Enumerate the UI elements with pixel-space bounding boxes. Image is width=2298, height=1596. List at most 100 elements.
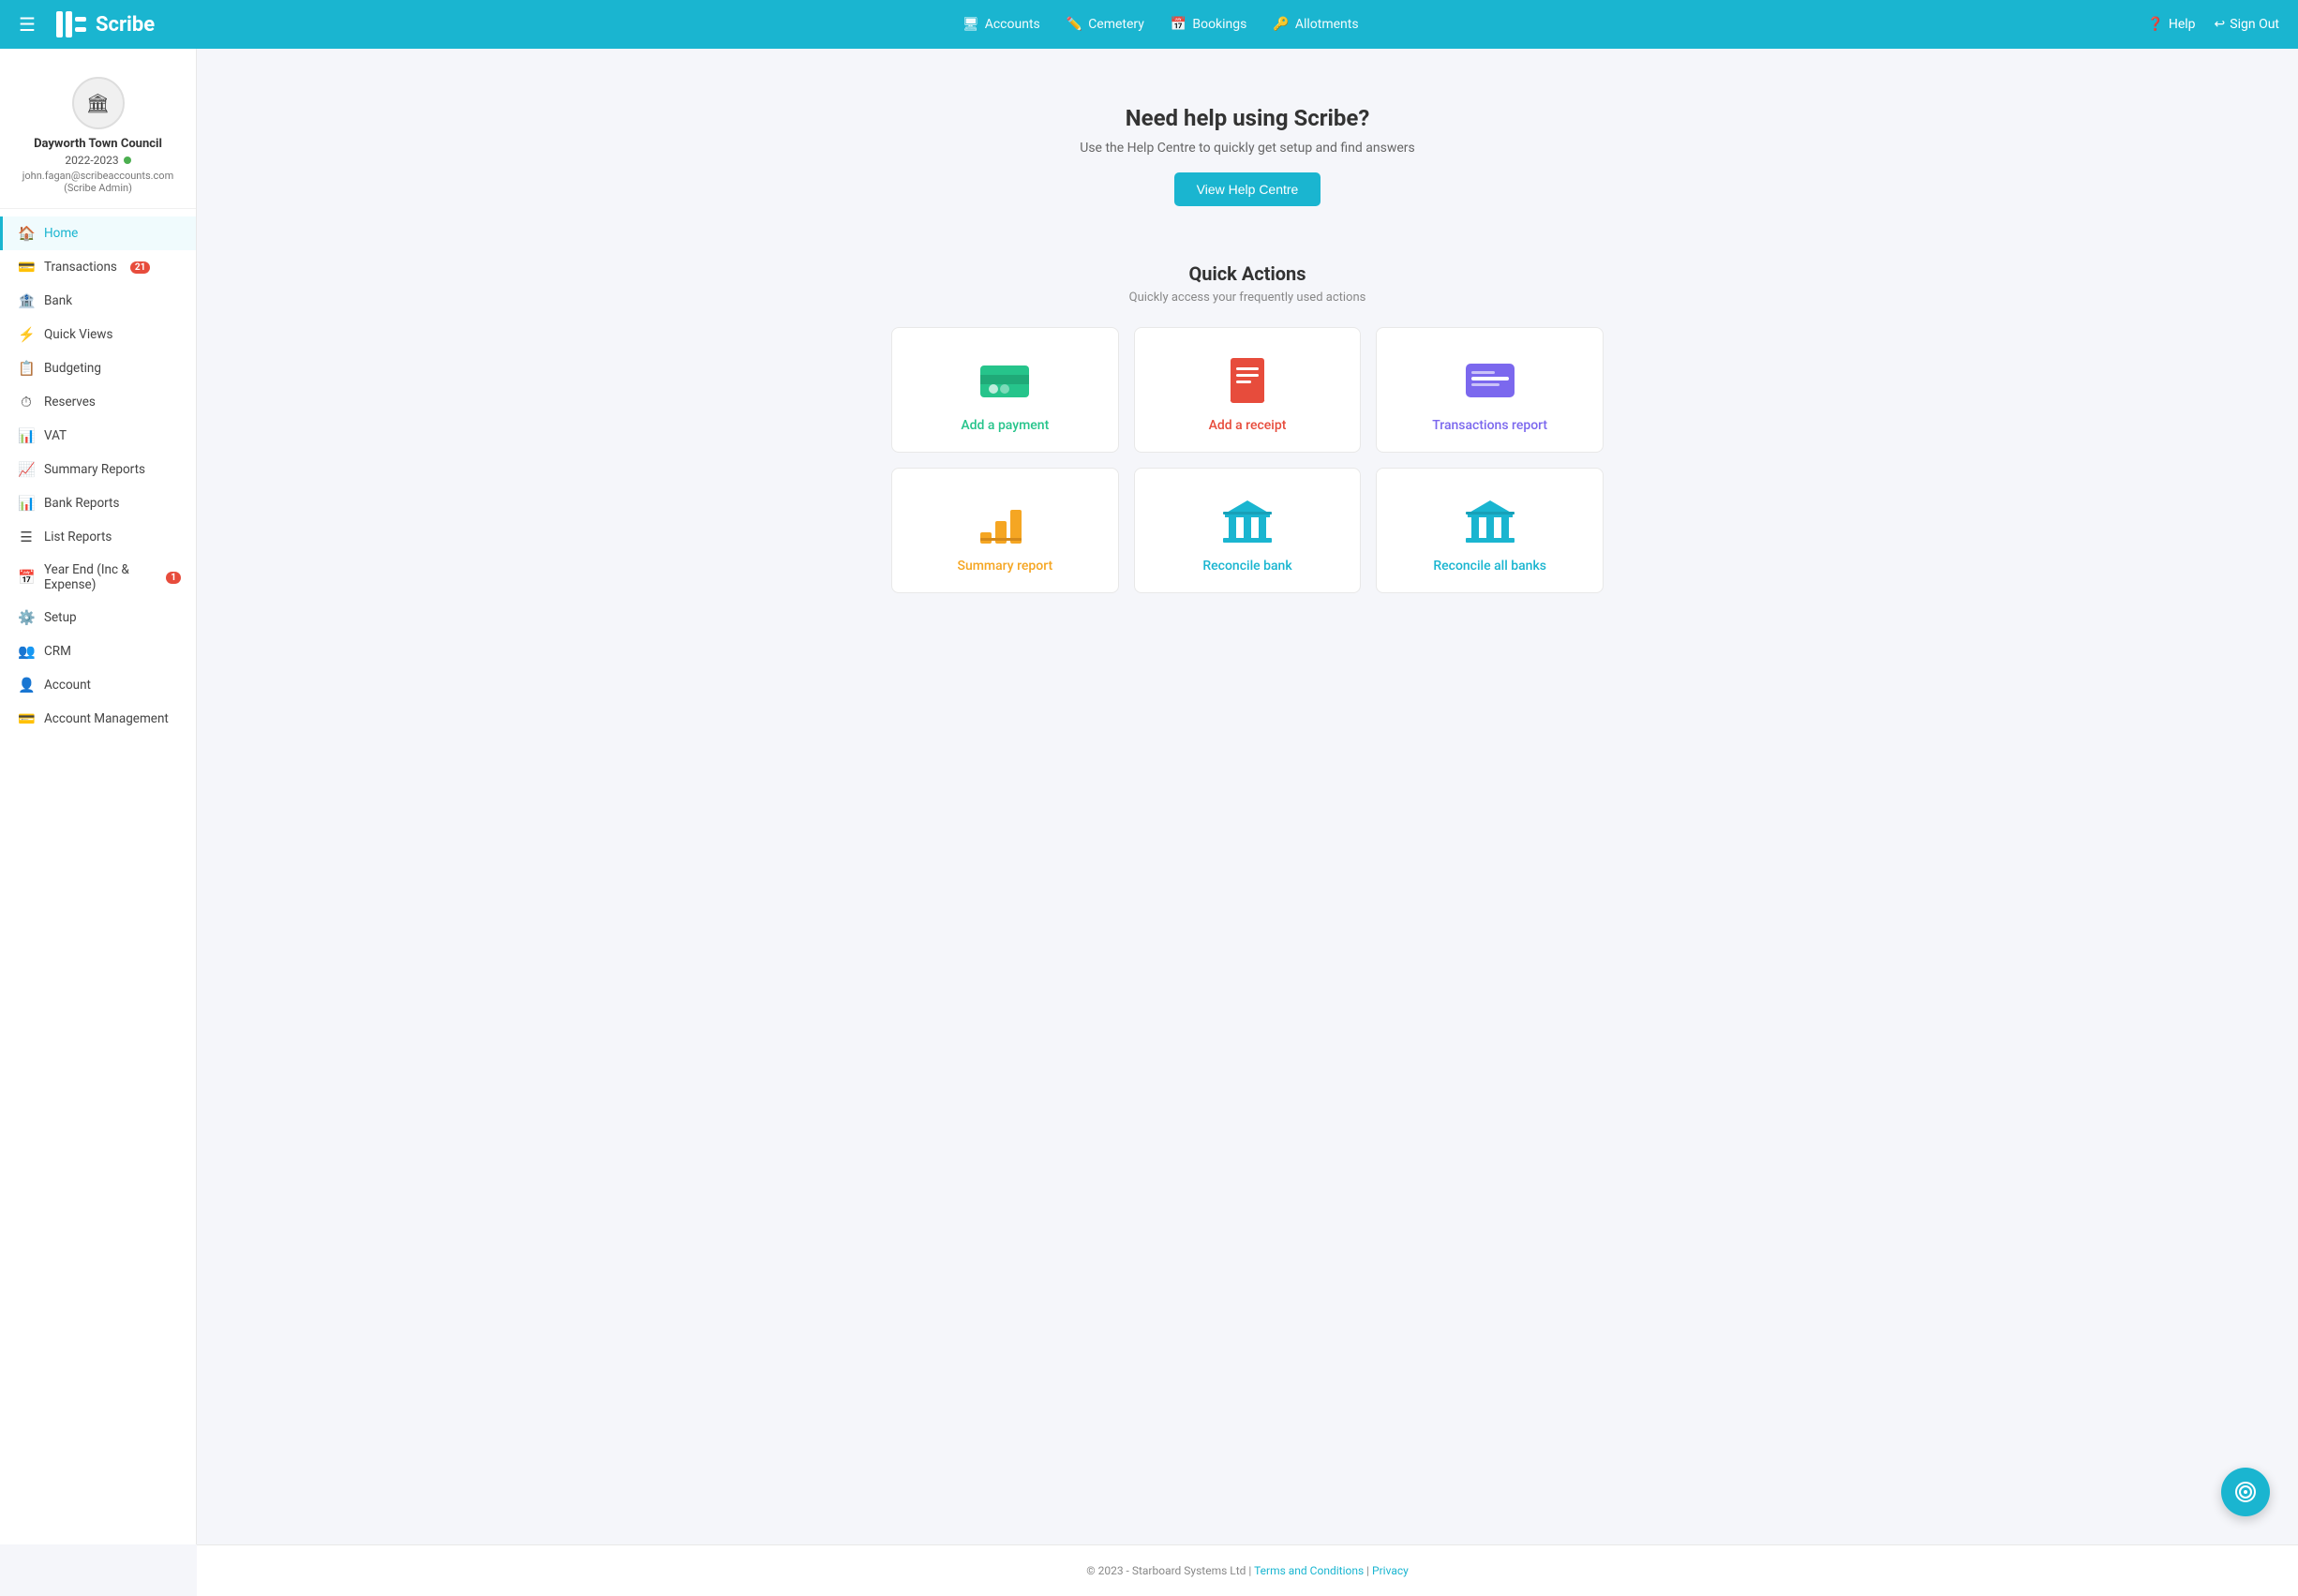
sidebar-label: Home <box>44 226 78 241</box>
quick-actions-subtitle: Quickly access your frequently used acti… <box>891 291 1604 305</box>
nav-allotments[interactable]: 🔑 Allotments <box>1273 17 1358 32</box>
cemetery-icon: ✏️ <box>1067 17 1082 32</box>
page-layout: 🏛 Dayworth Town Council 2022-2023 john.f… <box>0 49 2298 1544</box>
year-badge: 2022-2023 <box>9 154 187 167</box>
year-end-badge: 1 <box>166 572 181 584</box>
quick-card-add-payment[interactable]: Add a payment <box>891 327 1119 453</box>
quickviews-icon: ⚡ <box>18 326 35 343</box>
sidebar-item-bank[interactable]: 🏦 Bank <box>0 284 196 318</box>
sidebar-label: CRM <box>44 644 71 659</box>
help-subtitle: Use the Help Centre to quickly get setup… <box>985 141 1510 156</box>
transactions-icon: 💳 <box>18 259 35 276</box>
sidebar-label: Reserves <box>44 395 96 410</box>
sidebar-label: Setup <box>44 610 77 625</box>
add-receipt-label: Add a receipt <box>1209 418 1287 433</box>
sidebar-label: Transactions <box>44 260 117 275</box>
avatar: 🏛 <box>72 77 125 129</box>
hamburger-menu[interactable]: ☰ <box>19 13 36 36</box>
main-content: Need help using Scribe? Use the Help Cen… <box>197 49 2298 1544</box>
quick-actions-title: Quick Actions <box>891 262 1604 285</box>
top-nav-right: ❓ Help ↩ Sign Out <box>2147 17 2279 32</box>
logo-icon <box>54 7 88 41</box>
help-section: Need help using Scribe? Use the Help Cen… <box>966 77 1529 225</box>
sidebar-label: VAT <box>44 428 67 443</box>
view-help-centre-button[interactable]: View Help Centre <box>1174 172 1321 206</box>
signout-icon: ↩ <box>2215 17 2226 32</box>
logo-text: Scribe <box>96 13 155 37</box>
quick-card-transactions-report[interactable]: Transactions report <box>1376 327 1604 453</box>
top-navigation: ☰ Scribe 🖥 Accounts ✏️ Cemetery 📅 Bookin… <box>0 0 2298 49</box>
sidebar-item-account[interactable]: 👤 Account <box>0 668 196 702</box>
sidebar-label: Bank Reports <box>44 496 119 511</box>
sidebar-item-list-reports[interactable]: ☰ List Reports <box>0 520 196 554</box>
quick-card-reconcile-bank[interactable]: Reconcile bank <box>1134 468 1362 593</box>
bank-icon: 🏦 <box>18 292 35 309</box>
year-end-icon: 📅 <box>18 569 35 586</box>
home-icon: 🏠 <box>18 225 35 242</box>
crm-icon: 👥 <box>18 643 35 660</box>
setup-icon: ⚙️ <box>18 609 35 626</box>
fab-help-button[interactable] <box>2221 1468 2270 1516</box>
reconcile-bank-label: Reconcile bank <box>1202 559 1291 574</box>
summary-report-icon <box>977 497 1033 545</box>
help-icon: ❓ <box>2147 17 2163 32</box>
sidebar-item-quick-views[interactable]: ⚡ Quick Views <box>0 318 196 351</box>
sidebar-item-year-end[interactable]: 📅 Year End (Inc & Expense) 1 <box>0 554 196 601</box>
bookings-icon: 📅 <box>1171 17 1186 32</box>
payment-icon <box>977 356 1033 405</box>
footer-copyright: © 2023 - Starboard Systems Ltd | <box>1086 1564 1254 1577</box>
quick-card-add-receipt[interactable]: Add a receipt <box>1134 327 1362 453</box>
account-icon: 👤 <box>18 677 35 694</box>
accounts-icon: 🖥 <box>962 17 979 32</box>
sidebar-label: List Reports <box>44 530 112 544</box>
sidebar-label: Bank <box>44 293 72 308</box>
sidebar-item-home[interactable]: 🏠 Home <box>0 216 196 250</box>
quick-card-summary-report[interactable]: Summary report <box>891 468 1119 593</box>
reconcile-all-banks-icon <box>1462 497 1518 545</box>
user-role: (Scribe Admin) <box>9 182 187 194</box>
status-dot <box>124 157 131 164</box>
list-reports-icon: ☰ <box>18 529 35 545</box>
top-nav-links: 🖥 Accounts ✏️ Cemetery 📅 Bookings 🔑 Allo… <box>173 17 2147 32</box>
reconcile-all-banks-label: Reconcile all banks <box>1433 559 1546 574</box>
allotments-icon: 🔑 <box>1273 17 1289 32</box>
user-email: john.fagan@scribeaccounts.com <box>9 170 187 182</box>
help-title: Need help using Scribe? <box>985 105 1510 131</box>
nav-cemetery[interactable]: ✏️ Cemetery <box>1067 17 1144 32</box>
sidebar-item-bank-reports[interactable]: 📊 Bank Reports <box>0 486 196 520</box>
transactions-report-icon <box>1462 356 1518 405</box>
sidebar-label: Account Management <box>44 711 169 726</box>
terms-link[interactable]: Terms and Conditions <box>1254 1564 1364 1577</box>
sidebar-nav: 🏠 Home 💳 Transactions 21 🏦 Bank ⚡ Quick … <box>0 209 196 743</box>
sidebar-label: Quick Views <box>44 327 112 342</box>
transactions-report-label: Transactions report <box>1432 418 1547 433</box>
sidebar-item-vat[interactable]: 📊 VAT <box>0 419 196 453</box>
bank-reports-icon: 📊 <box>18 495 35 512</box>
sidebar-profile: 🏛 Dayworth Town Council 2022-2023 john.f… <box>0 58 196 209</box>
sidebar-item-budgeting[interactable]: 📋 Budgeting <box>0 351 196 385</box>
summary-reports-icon: 📈 <box>18 461 35 478</box>
footer: © 2023 - Starboard Systems Ltd | Terms a… <box>197 1544 2298 1596</box>
transactions-badge: 21 <box>130 261 150 274</box>
signout-link[interactable]: ↩ Sign Out <box>2215 17 2279 32</box>
receipt-icon <box>1219 356 1276 405</box>
add-payment-label: Add a payment <box>961 418 1049 433</box>
sidebar-item-summary-reports[interactable]: 📈 Summary Reports <box>0 453 196 486</box>
sidebar-item-account-management[interactable]: 💳 Account Management <box>0 702 196 736</box>
privacy-link[interactable]: Privacy <box>1372 1564 1409 1577</box>
sidebar-item-crm[interactable]: 👥 CRM <box>0 634 196 668</box>
sidebar-item-transactions[interactable]: 💳 Transactions 21 <box>0 250 196 284</box>
sidebar-item-reserves[interactable]: ⏱ Reserves <box>0 385 196 419</box>
budgeting-icon: 📋 <box>18 360 35 377</box>
summary-report-label: Summary report <box>957 559 1052 574</box>
account-mgmt-icon: 💳 <box>18 710 35 727</box>
reconcile-bank-icon <box>1219 497 1276 545</box>
sidebar-label: Budgeting <box>44 361 101 376</box>
quick-card-reconcile-all-banks[interactable]: Reconcile all banks <box>1376 468 1604 593</box>
reserves-icon: ⏱ <box>18 394 35 410</box>
logo[interactable]: Scribe <box>54 7 155 41</box>
sidebar-item-setup[interactable]: ⚙️ Setup <box>0 601 196 634</box>
nav-bookings[interactable]: 📅 Bookings <box>1171 17 1246 32</box>
nav-accounts[interactable]: 🖥 Accounts <box>962 17 1040 32</box>
help-link[interactable]: ❓ Help <box>2147 17 2195 32</box>
